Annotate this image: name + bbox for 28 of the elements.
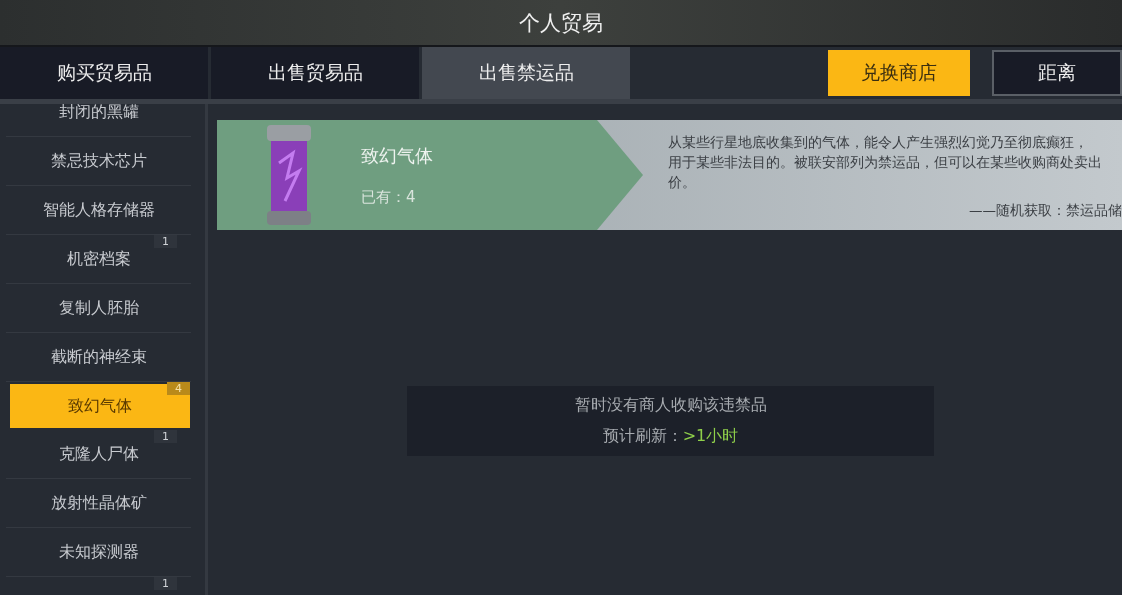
tab[interactable]: 购买贸易品: [0, 47, 208, 99]
owned-count: 已有：4: [361, 187, 417, 207]
sidebar-item[interactable]: 未知探测器: [58, 541, 139, 563]
window-title: 个人贸易: [519, 9, 603, 37]
source-text: ——随机获取：禁运品储: [969, 201, 1122, 220]
count-badge: 1: [154, 430, 177, 443]
tab[interactable]: 出售禁运品: [422, 47, 630, 99]
sidebar-item[interactable]: 机密档案: [66, 248, 131, 270]
sidebar-item[interactable]: 禁忌技术芯片: [50, 150, 147, 172]
refresh-label: 预计刷新：: [602, 426, 683, 447]
notice-message: 暂时没有商人收购该违禁品: [574, 395, 767, 416]
count-badge: 1: [154, 577, 177, 590]
sidebar-item[interactable]: 复制人胚胎: [58, 297, 139, 319]
count-badge: 1: [154, 235, 177, 248]
distance-button[interactable]: 距离: [992, 50, 1122, 96]
refresh-time: >1小时: [682, 426, 739, 447]
sidebar-item[interactable]: 放射性晶体矿: [50, 492, 147, 514]
sidebar-item[interactable]: 克隆人尸体: [58, 443, 139, 465]
item-name: 致幻气体: [361, 143, 434, 168]
sidebar-item[interactable]: 封闭的黑罐: [58, 104, 139, 123]
description-line: 从某些行星地底收集到的气体，能令人产生强烈幻觉乃至彻底癫狂，: [668, 133, 1089, 152]
sidebar-item[interactable]: 截断的神经束: [50, 346, 147, 368]
description-line: 价。: [668, 173, 697, 192]
sidebar-item[interactable]: 智能人格存储器: [42, 199, 155, 221]
tab[interactable]: 出售贸易品: [211, 47, 419, 99]
exchange-shop-button[interactable]: 兑换商店: [828, 50, 970, 96]
count-badge: 4: [167, 382, 190, 395]
description-line: 用于某些非法目的。被联安部列为禁运品，但可以在某些收购商处卖出: [668, 153, 1103, 172]
